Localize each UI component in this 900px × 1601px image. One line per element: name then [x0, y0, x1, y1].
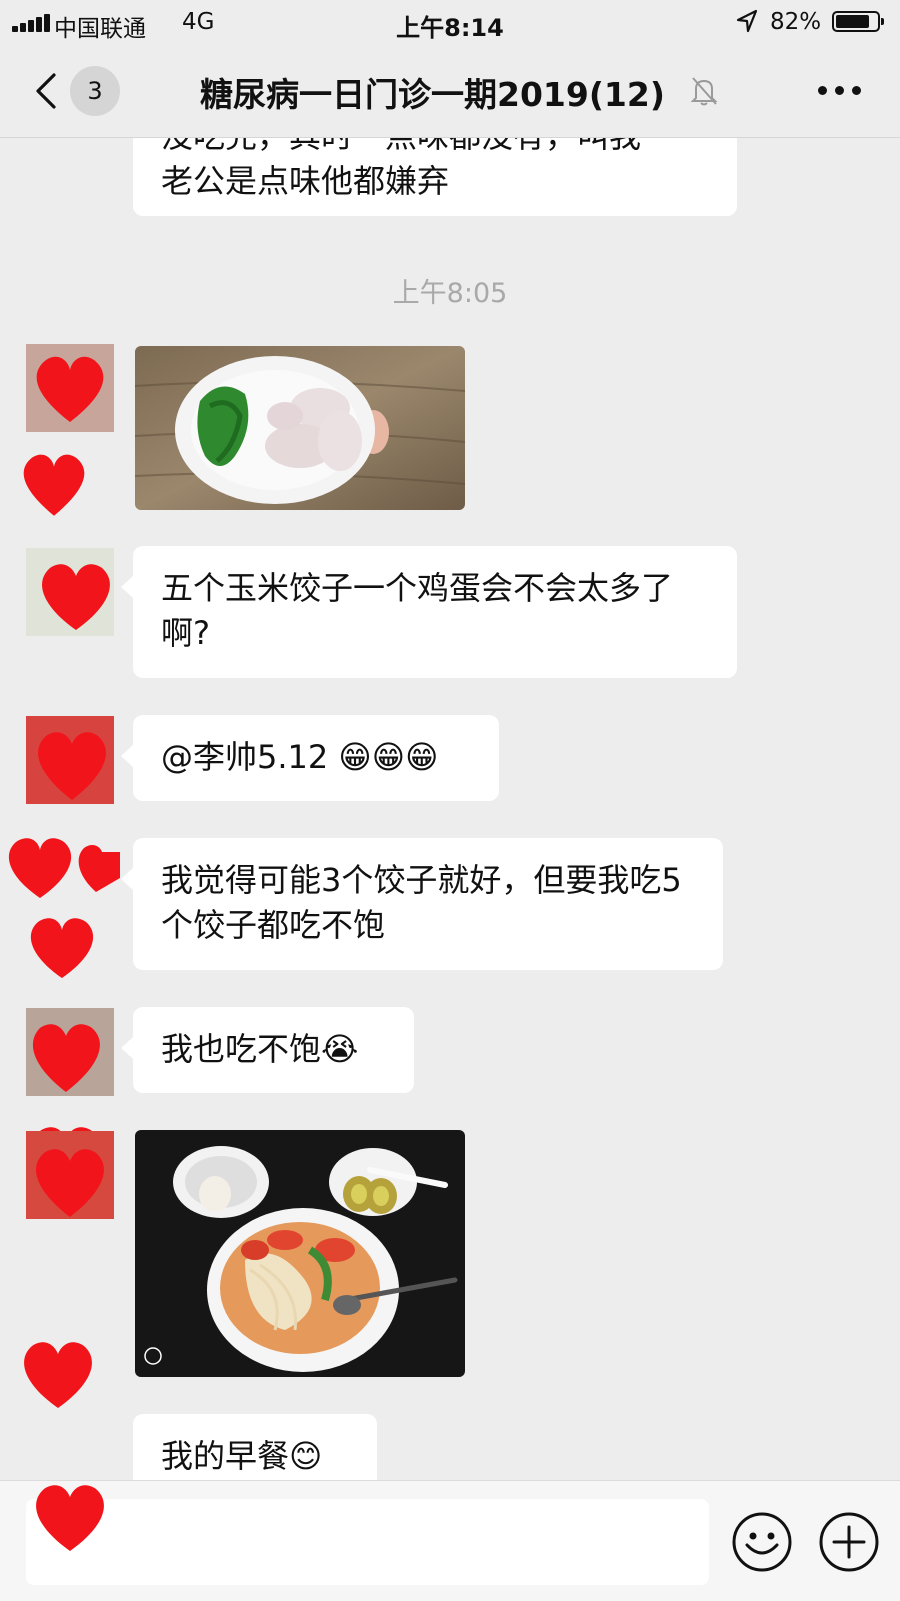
battery-percentage: 82%	[770, 9, 822, 35]
location-arrow-icon	[736, 9, 758, 33]
battery-icon	[832, 11, 884, 32]
dumplings-photo[interactable]	[135, 346, 465, 510]
message-text-partial: 我的早餐😊	[161, 1437, 323, 1475]
heart-sticker-icon	[8, 838, 120, 978]
avatar[interactable]	[26, 1008, 114, 1096]
plus-circle-icon[interactable]	[818, 1511, 880, 1573]
message-input[interactable]	[26, 1499, 709, 1585]
breakfast-photo[interactable]	[135, 1130, 465, 1377]
message-text: 我也吃不饱😭	[161, 1030, 359, 1068]
message-bubble[interactable]: 我的早餐😊	[133, 1414, 377, 1480]
more-dots-icon[interactable]	[818, 86, 862, 96]
battery-fill	[836, 15, 869, 28]
message-text: 五个玉米饺子一个鸡蛋会不会太多了啊?	[161, 569, 674, 652]
message-text: 我觉得可能3个饺子就好，但要我吃5个饺子都吃不饱	[161, 861, 682, 944]
unread-count-badge[interactable]: 3	[70, 66, 120, 116]
message-text: @李帅5.12 😁😁😁	[161, 738, 439, 776]
chevron-left-icon[interactable]	[32, 72, 62, 110]
avatar[interactable]	[26, 1131, 114, 1219]
message-bubble[interactable]: 五个玉米饺子一个鸡蛋会不会太多了啊?	[121, 546, 737, 678]
input-bar	[0, 1480, 900, 1601]
message-bubble[interactable]: 我觉得可能3个饺子就好，但要我吃5个饺子都吃不饱	[121, 838, 723, 970]
message-list[interactable]: 没吃完，其时一点味都没有，叫我 老公是点味他都嫌弃 上午8:05	[0, 138, 900, 1480]
status-bar: 中国联通 4G 上午8:14 82%	[0, 0, 900, 44]
message-bubble[interactable]: 我也吃不饱😭	[121, 1007, 414, 1093]
message-text: 老公是点味他都嫌弃	[161, 162, 450, 200]
chat-header: 3 糖尿病一日门诊一期2019(12)	[0, 44, 900, 138]
avatar[interactable]	[26, 548, 114, 636]
bell-off-icon	[690, 77, 718, 106]
smiley-icon[interactable]	[731, 1511, 793, 1573]
avatar[interactable]	[26, 716, 114, 804]
message-bubble[interactable]: @李帅5.12 😁😁😁	[121, 715, 499, 801]
avatar[interactable]	[26, 344, 114, 432]
message-timestamp: 上午8:05	[392, 278, 508, 309]
message-bubble[interactable]: 没吃完，其时一点味都没有，叫我 老公是点味他都嫌弃	[133, 138, 737, 216]
chat-title[interactable]: 糖尿病一日门诊一期2019(12)	[200, 68, 665, 116]
heart-sticker-icon	[36, 1485, 104, 1551]
message-text-partial: 没吃完，其时一点味都没有，叫我	[161, 138, 709, 159]
heart-sticker-icon	[23, 454, 85, 516]
status-time: 上午8:14	[396, 14, 504, 42]
